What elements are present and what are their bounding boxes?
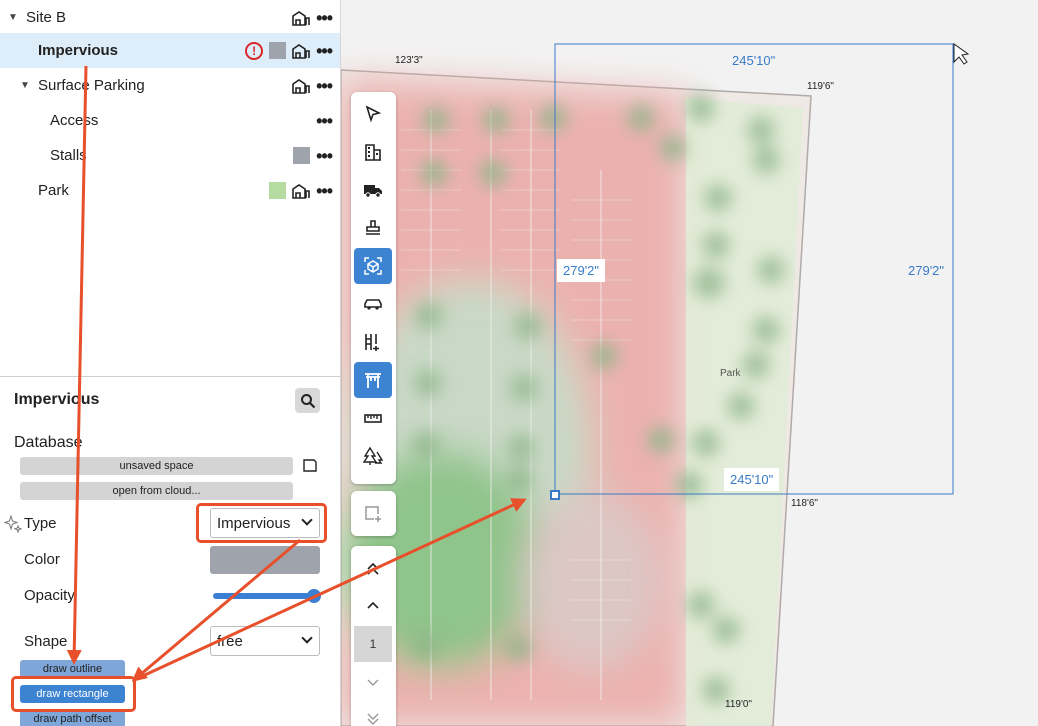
annotation-arrow bbox=[66, 65, 88, 665]
annotation-arrow bbox=[131, 538, 301, 682]
annotation-overlay bbox=[66, 65, 527, 682]
annotation-box-type bbox=[196, 503, 327, 543]
app-root: 245'10" 279'2" 279'2" 245'10" 123'3" 119… bbox=[0, 0, 1038, 726]
annotation-box-draw-rectangle bbox=[11, 676, 136, 712]
annotation-arrow bbox=[133, 498, 527, 682]
